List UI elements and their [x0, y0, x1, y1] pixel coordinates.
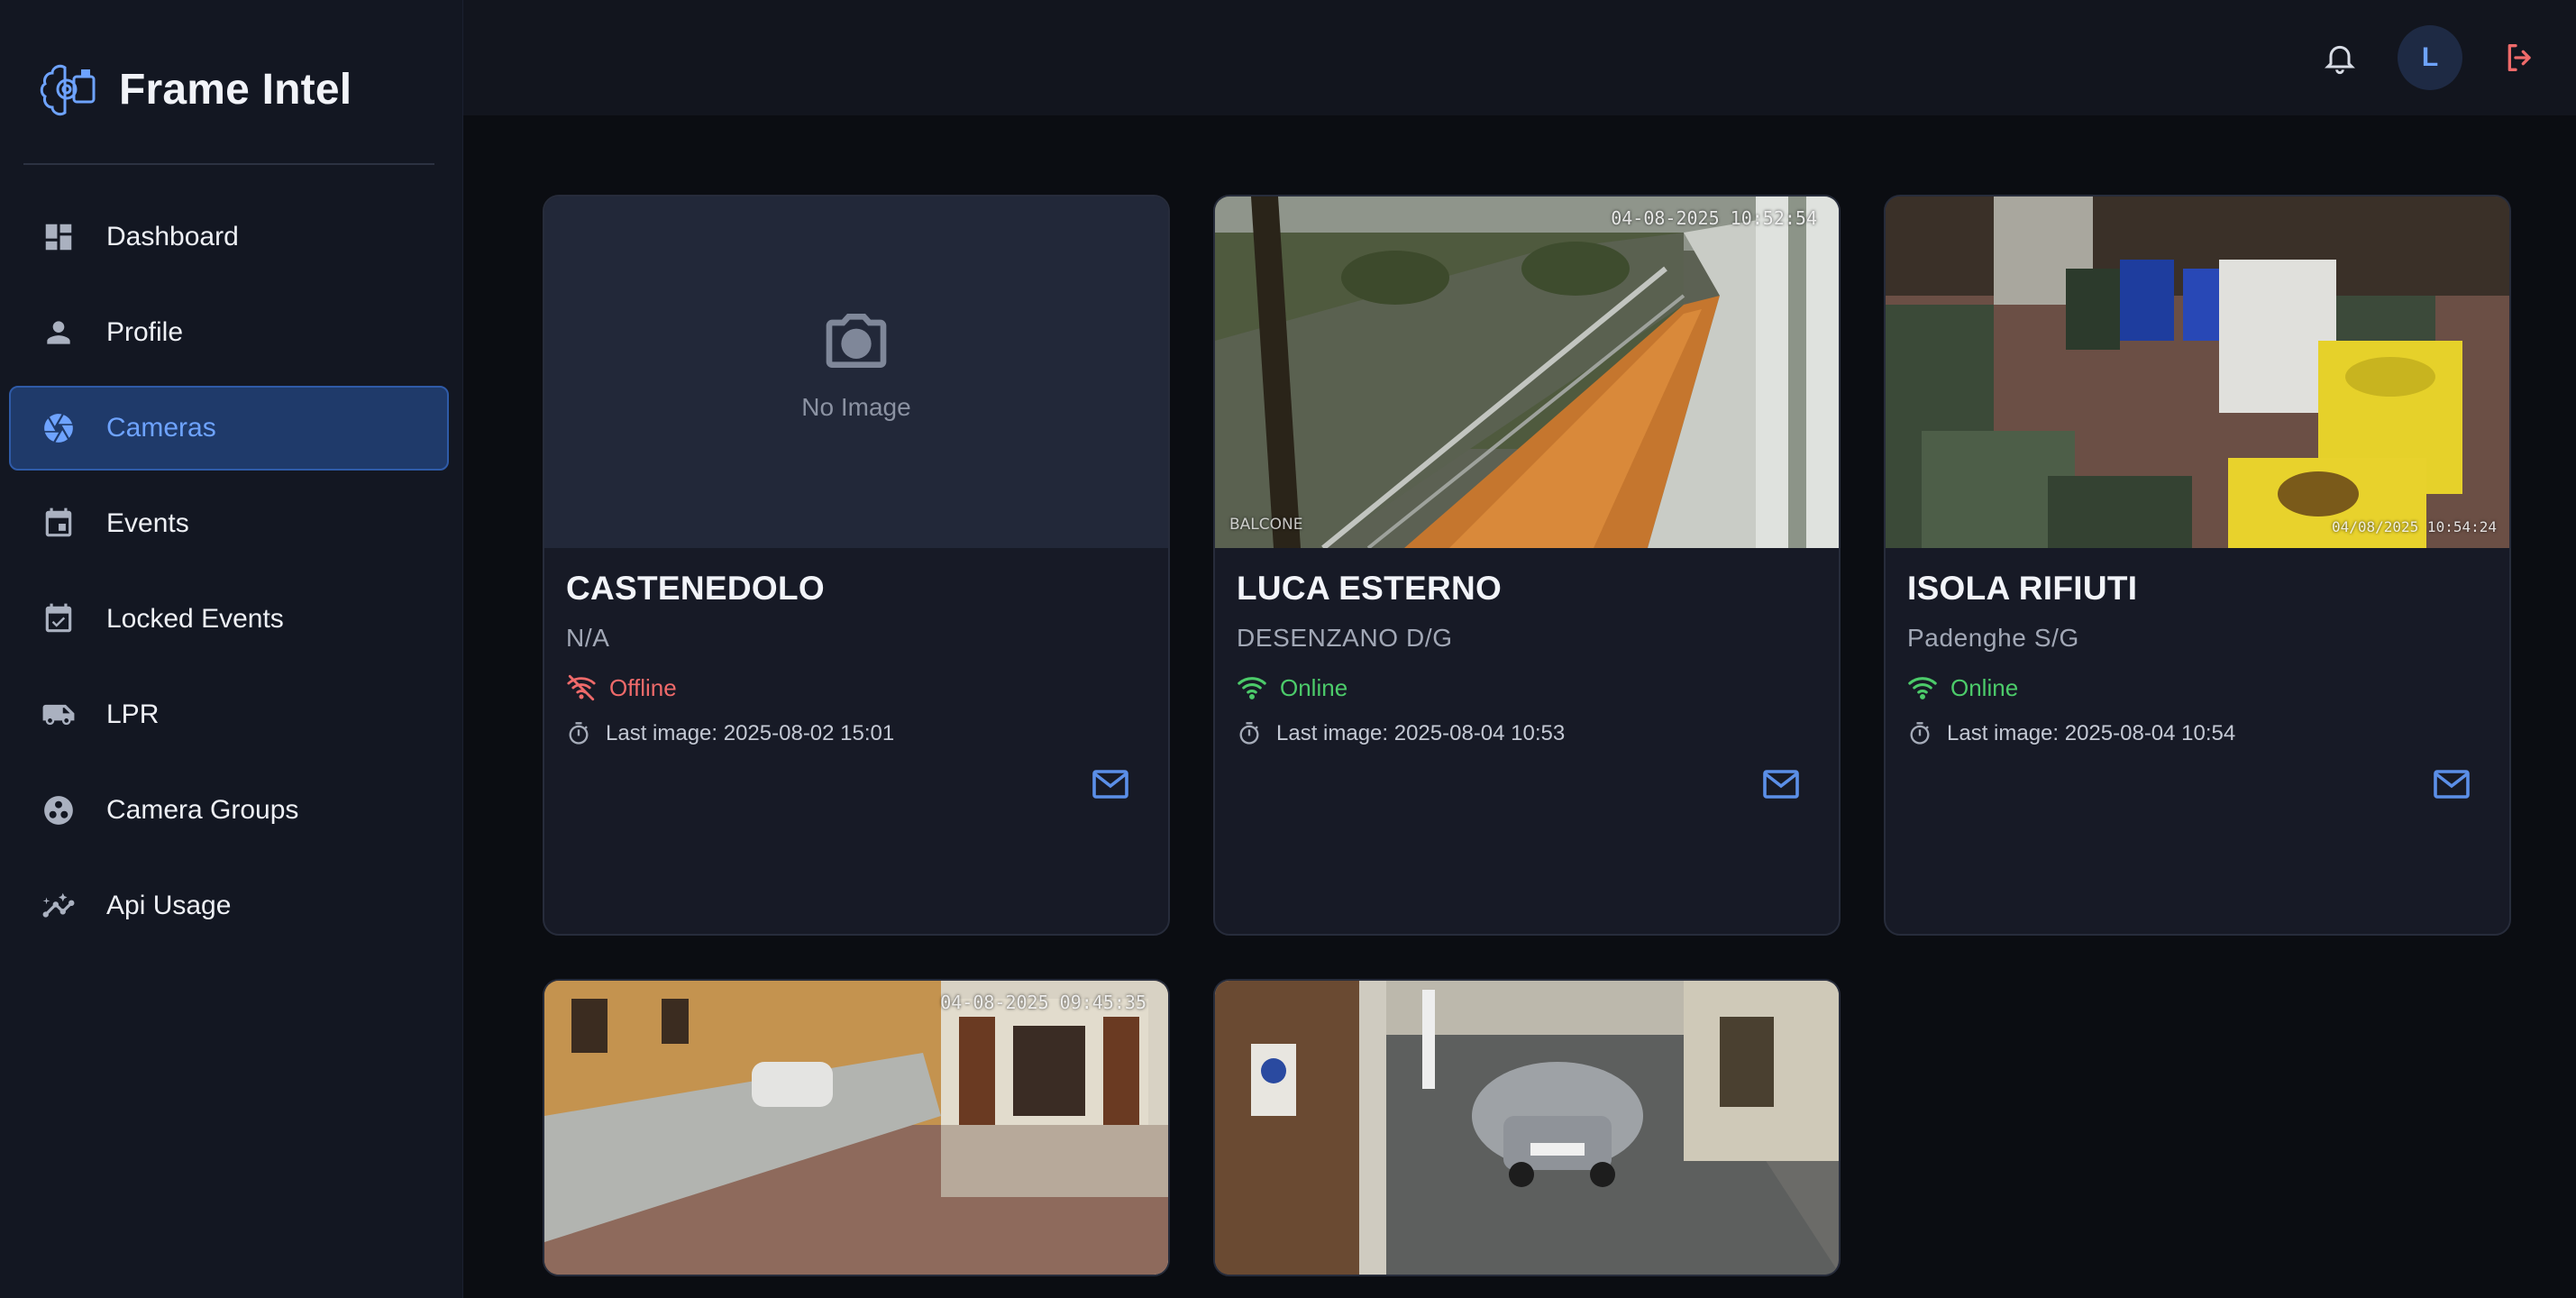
camera-status-label: Offline [609, 673, 677, 701]
camera-last-image: Last image: 2025-08-02 15:01 [566, 721, 1146, 746]
sidebar-item-api-usage[interactable]: Api Usage [9, 864, 449, 948]
calendar-check-icon [45, 603, 72, 633]
camera-timestamp-overlay: 04-08-2025 10:52:54 [1611, 207, 1817, 229]
sidebar-item-events[interactable]: Events [9, 481, 449, 566]
sidebar-item-label: Camera Groups [106, 795, 299, 825]
calendar-event-icon [45, 507, 72, 537]
notifications-button[interactable] [2315, 32, 2365, 83]
camera-timestamp-overlay: 04-08-2025 09:45:35 [940, 992, 1146, 1013]
wifi-off-icon [567, 674, 596, 701]
camera-status-label: Online [1950, 673, 2019, 701]
camera-snapshot-image [544, 981, 1168, 1275]
sidebar-item-camera-groups[interactable]: Camera Groups [9, 768, 449, 853]
camera-card[interactable] [1213, 979, 1841, 1276]
no-image-label: No Image [801, 393, 911, 421]
sidebar-item-lpr[interactable]: LPR [9, 672, 449, 757]
sidebar: Frame Intel Dashboard Profile Cameras Ev… [0, 0, 463, 1298]
group-icon [44, 796, 73, 825]
camera-thumbnail: 04/08/2025 10:54:24 [1886, 197, 2509, 548]
camera-location: Padenghe S/G [1907, 624, 2079, 652]
analytics-icon [42, 892, 75, 918]
sidebar-item-label: Locked Events [106, 604, 284, 634]
email-button[interactable] [1089, 763, 1132, 806]
camera-name: LUCA ESTERNO [1237, 570, 1503, 607]
sidebar-nav: Dashboard Profile Cameras Events Locked … [9, 195, 449, 959]
last-image-text: Last image: 2025-08-02 15:01 [606, 721, 895, 745]
cameras-page: No Image CASTENEDOLO N/A Offline Last im… [463, 115, 2576, 1298]
bell-icon [2325, 45, 2355, 75]
top-bar: L [463, 0, 2576, 115]
brand[interactable]: Frame Intel [38, 58, 352, 121]
camera-thumbnail: 04-08-2025 09:45:35 [544, 981, 1168, 1275]
camera-status: Online [1907, 672, 2488, 703]
sidebar-item-label: Events [106, 508, 189, 538]
timer-icon [569, 722, 589, 745]
camera-thumbnail [1215, 981, 1839, 1275]
camera-location: N/A [566, 624, 610, 652]
last-image-text: Last image: 2025-08-04 10:53 [1276, 721, 1566, 745]
camera-card-body: ISOLA RIFIUTI Padenghe S/G Online Last i… [1886, 548, 2509, 746]
sidebar-item-label: Profile [106, 317, 184, 347]
camera-shutter-icon [44, 414, 73, 443]
camera-snapshot-image [1215, 197, 1839, 548]
camera-snapshot-image [1886, 197, 2509, 548]
mail-icon [1092, 770, 1128, 799]
sidebar-item-dashboard[interactable]: Dashboard [9, 195, 449, 279]
camera-card[interactable]: 04-08-2025 10:52:54 BALCONE LUCA ESTERNO… [1213, 195, 1841, 936]
logout-icon [2507, 44, 2531, 72]
camera-card[interactable]: 04-08-2025 09:45:35 [543, 979, 1170, 1276]
sidebar-divider [23, 163, 434, 165]
brain-camera-logo-icon [40, 64, 96, 116]
mail-icon [1763, 770, 1799, 799]
camera-status-label: Online [1280, 673, 1348, 701]
camera-card-body: CASTENEDOLO N/A Offline Last image: 2025… [544, 548, 1168, 746]
camera-name: ISOLA RIFIUTI [1907, 570, 2138, 607]
camera-card[interactable]: No Image CASTENEDOLO N/A Offline Last im… [543, 195, 1170, 936]
vehicle-icon [42, 704, 75, 726]
sidebar-item-label: Cameras [106, 413, 216, 443]
camera-card-body: LUCA ESTERNO DESENZANO D/G Online Last i… [1215, 548, 1839, 746]
last-image-text: Last image: 2025-08-04 10:54 [1947, 721, 2236, 745]
camera-icon [826, 314, 887, 368]
wifi-icon [1238, 677, 1266, 699]
camera-status: Online [1237, 672, 1817, 703]
camera-thumbnail-placeholder: No Image [544, 197, 1168, 548]
sidebar-item-cameras[interactable]: Cameras [9, 386, 449, 471]
user-avatar[interactable]: L [2398, 25, 2462, 90]
sidebar-item-profile[interactable]: Profile [9, 290, 449, 375]
wifi-icon [1908, 677, 1937, 699]
logout-button[interactable] [2495, 32, 2545, 83]
camera-location: DESENZANO D/G [1237, 624, 1453, 652]
app-title: Frame Intel [119, 65, 352, 114]
camera-last-image: Last image: 2025-08-04 10:53 [1237, 721, 1817, 746]
sidebar-item-label: LPR [106, 699, 160, 729]
camera-last-image: Last image: 2025-08-04 10:54 [1907, 721, 2488, 746]
timer-icon [1239, 722, 1259, 745]
camera-name-overlay: BALCONE [1229, 516, 1303, 534]
camera-name: CASTENEDOLO [566, 570, 825, 607]
sidebar-item-label: Dashboard [106, 222, 239, 251]
camera-status: Offline [566, 672, 1146, 703]
camera-thumbnail: 04-08-2025 10:52:54 BALCONE [1215, 197, 1839, 548]
sidebar-item-label: Api Usage [106, 891, 232, 920]
camera-grid: No Image CASTENEDOLO N/A Offline Last im… [543, 195, 2511, 1276]
person-icon [47, 321, 70, 344]
timer-icon [1910, 722, 1930, 745]
dashboard-icon [45, 224, 72, 251]
email-button[interactable] [1759, 763, 1803, 806]
camera-timestamp-overlay: 04/08/2025 10:54:24 [2331, 518, 2497, 535]
camera-snapshot-image [1215, 981, 1839, 1275]
sidebar-item-locked-events[interactable]: Locked Events [9, 577, 449, 662]
mail-icon [2434, 770, 2470, 799]
top-actions: L [2315, 25, 2545, 90]
email-button[interactable] [2430, 763, 2473, 806]
camera-card[interactable]: 04/08/2025 10:54:24 ISOLA RIFIUTI Padeng… [1884, 195, 2511, 936]
